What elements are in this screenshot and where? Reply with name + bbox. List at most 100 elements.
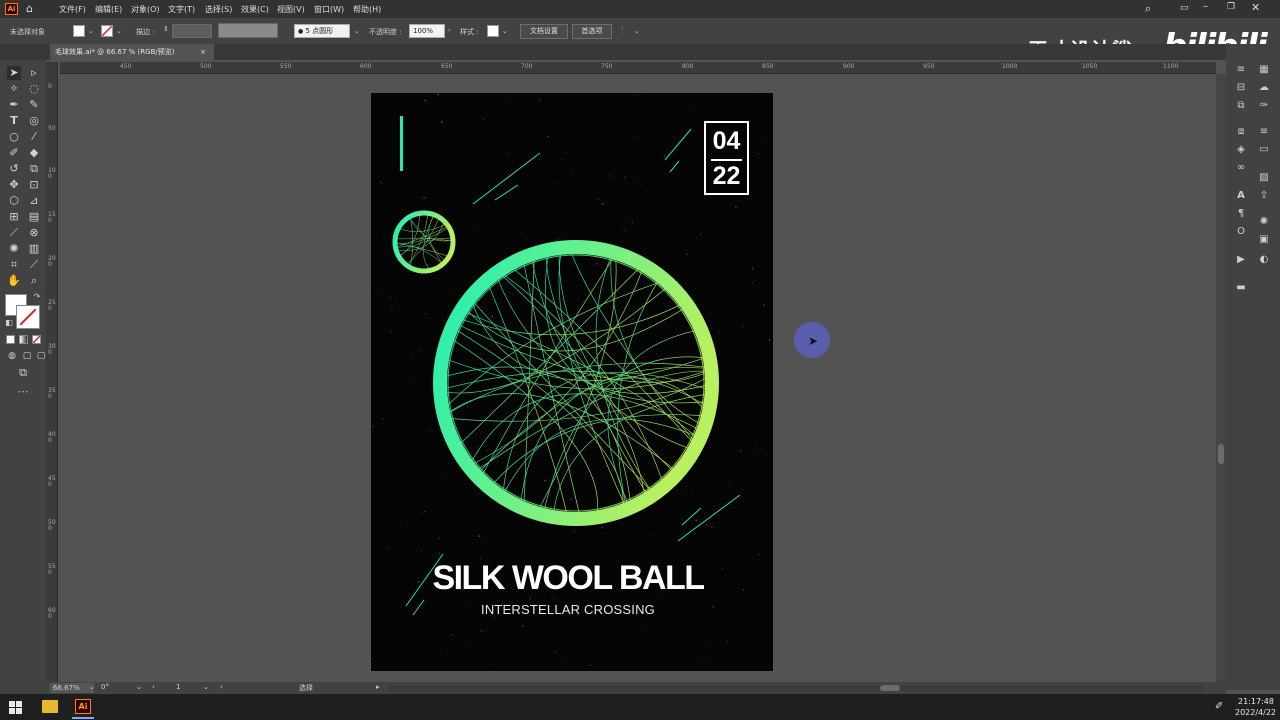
stroke-swatch[interactable] bbox=[101, 25, 113, 37]
stroke-color-box[interactable] bbox=[16, 305, 40, 329]
more-tools-icon[interactable]: ⋯ bbox=[16, 385, 30, 399]
magic-wand-icon[interactable]: ✧ bbox=[7, 82, 21, 96]
image-trace-icon[interactable]: ▨ bbox=[1258, 172, 1270, 184]
shaper-tool-icon[interactable]: ✐ bbox=[7, 146, 21, 160]
paintbrush-icon[interactable]: ⁄ bbox=[27, 130, 41, 144]
type-tool-icon[interactable]: T bbox=[7, 114, 21, 128]
variable-width-profile[interactable] bbox=[218, 23, 278, 38]
menu-edit[interactable]: 编辑(E) bbox=[95, 4, 122, 15]
brush-definition[interactable]: ● 5 点圆形 bbox=[294, 24, 350, 38]
menu-effect[interactable]: 效果(C) bbox=[241, 4, 269, 15]
pathfinder-icon[interactable]: ⧉ bbox=[1235, 100, 1247, 112]
close-icon[interactable]: ✕ bbox=[1251, 1, 1260, 14]
gradient-panel-icon[interactable]: ▭ bbox=[1258, 144, 1270, 156]
swap-colors-icon[interactable]: ↷ bbox=[30, 290, 44, 304]
gradient-mode-icon[interactable] bbox=[19, 335, 28, 344]
slice-tool-icon[interactable]: ⟋ bbox=[27, 258, 41, 272]
pen-icon[interactable]: ✐ bbox=[1215, 701, 1223, 712]
graph-tool-icon[interactable]: ▥ bbox=[27, 242, 41, 256]
width-tool-icon[interactable]: ✥ bbox=[7, 178, 21, 192]
scroll-thumb[interactable] bbox=[1218, 444, 1224, 464]
horizontal-scrollbar[interactable] bbox=[388, 685, 1203, 691]
screen-mode-icon[interactable]: ⧉ bbox=[16, 366, 30, 380]
chevron-down-icon[interactable]: ⌄ bbox=[89, 683, 95, 691]
chevron-down-icon[interactable]: ⌄ bbox=[88, 27, 94, 35]
menu-view[interactable]: 视图(V) bbox=[277, 4, 305, 15]
chevron-down-icon[interactable]: ⌄ bbox=[502, 27, 508, 35]
scroll-thumb[interactable] bbox=[880, 685, 900, 691]
direct-selection-tool-icon[interactable]: ▹ bbox=[27, 66, 41, 80]
artboard-number-field[interactable]: 1 bbox=[176, 683, 180, 691]
spiral-tool-icon[interactable]: ◎ bbox=[27, 114, 41, 128]
menu-type[interactable]: 文字(T) bbox=[168, 4, 195, 15]
chevron-down-icon[interactable]: ⌄ bbox=[634, 27, 640, 35]
vertical-scrollbar[interactable] bbox=[1216, 74, 1226, 682]
home-icon[interactable]: ⌂ bbox=[26, 2, 33, 15]
artboard-tool-icon[interactable]: ⌗ bbox=[7, 258, 21, 272]
document-setup-button[interactable]: 文档设置 bbox=[520, 24, 568, 39]
restore-icon[interactable]: ❐ bbox=[1227, 2, 1235, 12]
illustrator-taskbar-icon[interactable]: Ai bbox=[75, 699, 91, 714]
preferences-button[interactable]: 首选项 bbox=[572, 24, 612, 39]
pen-tool-icon[interactable]: ✒ bbox=[7, 98, 21, 112]
actions-icon[interactable]: ▶ bbox=[1235, 254, 1247, 266]
minimize-icon[interactable]: – bbox=[1203, 1, 1208, 12]
document-tab[interactable]: 毛球效果.ai* @ 66.67 % (RGB/预览) × bbox=[50, 44, 214, 60]
none-mode-icon[interactable] bbox=[32, 335, 41, 344]
next-artboard-icon[interactable]: › bbox=[220, 683, 223, 691]
blend-tool-icon[interactable]: ⊗ bbox=[27, 226, 41, 240]
hand-tool-icon[interactable]: ✋ bbox=[7, 274, 21, 288]
default-colors-icon[interactable]: ◧ bbox=[2, 316, 16, 330]
layers-icon[interactable]: ◈ bbox=[1235, 144, 1247, 156]
symbol-sprayer-icon[interactable]: ✺ bbox=[7, 242, 21, 256]
color-mode-icon[interactable] bbox=[6, 335, 15, 344]
status-menu-icon[interactable]: ▸ bbox=[376, 683, 380, 691]
swatches-icon[interactable]: ▦ bbox=[1258, 64, 1270, 76]
opentype-icon[interactable]: O bbox=[1235, 226, 1247, 238]
fill-swatch[interactable] bbox=[73, 25, 85, 37]
menu-window[interactable]: 窗口(W) bbox=[314, 4, 344, 15]
free-transform-icon[interactable]: ⊡ bbox=[27, 178, 41, 192]
eyedropper-icon[interactable]: ⟋ bbox=[7, 226, 21, 240]
chevron-down-icon[interactable]: ⌄ bbox=[354, 27, 360, 35]
windows-start-icon[interactable] bbox=[9, 701, 22, 714]
properties-icon[interactable]: ≡ bbox=[1235, 64, 1247, 76]
align-icon[interactable]: ⊟ bbox=[1235, 82, 1247, 94]
zoom-field[interactable]: 66.67% bbox=[50, 683, 94, 693]
appearance-icon[interactable]: ✺ bbox=[1258, 216, 1270, 228]
mesh-tool-icon[interactable]: ⊞ bbox=[7, 210, 21, 224]
chevron-down-icon[interactable]: ⌄ bbox=[136, 683, 142, 691]
comments-icon[interactable]: ▬ bbox=[1235, 282, 1247, 294]
symbols-icon[interactable]: ☁ bbox=[1258, 82, 1270, 94]
links-icon[interactable]: ∞ bbox=[1235, 162, 1247, 174]
stroke-panel-icon[interactable]: ≡ bbox=[1258, 126, 1270, 138]
paragraph-icon[interactable]: ¶ bbox=[1235, 208, 1247, 220]
prev-artboard-icon[interactable]: ‹ bbox=[152, 683, 155, 691]
lasso-icon[interactable]: ◌ bbox=[27, 82, 41, 96]
character-icon[interactable]: A bbox=[1235, 190, 1247, 202]
export-icon[interactable]: ⇪ bbox=[1258, 190, 1270, 202]
arrange-documents-icon[interactable]: ⫶ bbox=[621, 26, 623, 36]
ellipse-tool-icon[interactable]: ○ bbox=[7, 130, 21, 144]
brushes-icon[interactable]: ✑ bbox=[1258, 100, 1270, 112]
graphic-styles-icon[interactable]: ▣ bbox=[1258, 234, 1270, 246]
workspace-icon[interactable]: ▭ bbox=[1180, 3, 1189, 13]
eraser-icon[interactable]: ◆ bbox=[27, 146, 41, 160]
file-explorer-icon[interactable] bbox=[42, 700, 58, 713]
menu-help[interactable]: 帮助(H) bbox=[353, 4, 381, 15]
selection-tool-icon[interactable]: ➤ bbox=[7, 66, 21, 80]
draw-mode-icon[interactable]: ◍ bbox=[5, 349, 19, 363]
menu-object[interactable]: 对象(O) bbox=[131, 4, 160, 15]
search-icon[interactable]: ⌕ bbox=[1145, 2, 1151, 16]
menu-file[interactable]: 文件(F) bbox=[59, 4, 86, 15]
chevron-right-icon[interactable]: › bbox=[448, 26, 451, 34]
close-tab-icon[interactable]: × bbox=[200, 44, 206, 60]
menu-select[interactable]: 选择(S) bbox=[205, 4, 232, 15]
chevron-down-icon[interactable]: ⌄ bbox=[203, 683, 209, 691]
style-swatch[interactable] bbox=[487, 25, 499, 37]
perspective-grid-icon[interactable]: ⊿ bbox=[27, 194, 41, 208]
artboard-poster[interactable]: 04 22 SILK WOOL BALL INTERSTELLAR CROSSI… bbox=[371, 93, 773, 671]
transform-icon[interactable]: ⧈ bbox=[1235, 126, 1247, 138]
zoom-tool-icon[interactable]: ⌕ bbox=[27, 274, 41, 288]
opacity-field[interactable]: 100% bbox=[409, 24, 445, 38]
